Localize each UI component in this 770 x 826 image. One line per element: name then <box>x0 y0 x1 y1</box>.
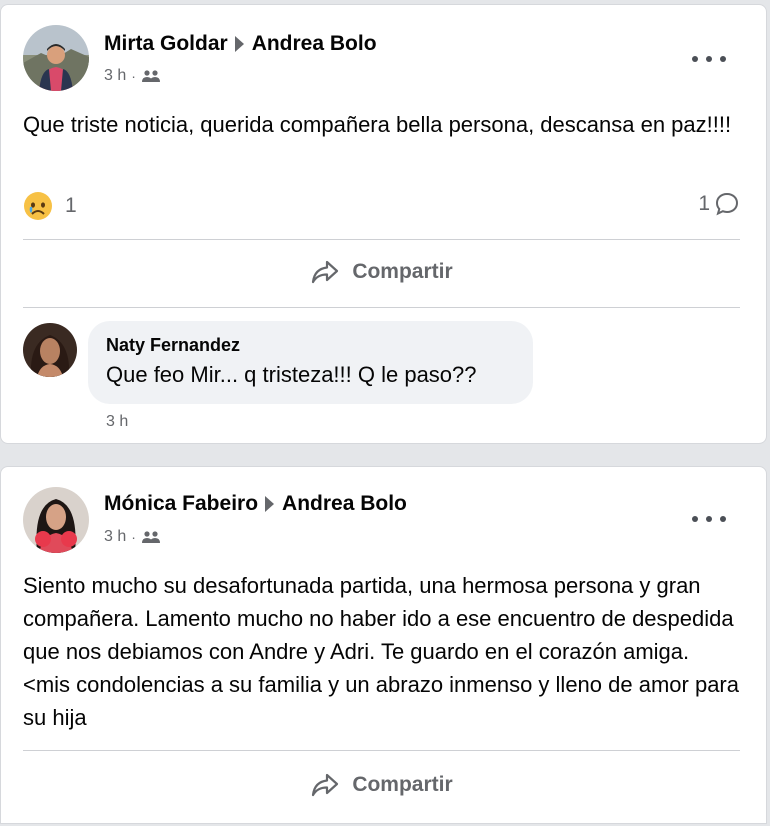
post-meta: 3 h · <box>104 528 161 546</box>
more-options-icon[interactable] <box>692 49 726 69</box>
post-header: Mirta Goldar Andrea Bolo <box>104 32 377 56</box>
post-text: Siento mucho su desafortunada partida, u… <box>23 573 739 730</box>
post-text: Que triste noticia, querida compañera be… <box>23 112 732 137</box>
divider <box>23 750 740 751</box>
more-options-icon[interactable] <box>692 509 726 529</box>
post-header: Mónica Fabeiro Andrea Bolo <box>104 492 407 516</box>
separator-dot: · <box>131 529 136 545</box>
share-button[interactable]: Compartir <box>23 247 740 297</box>
comment-text: Que feo Mir... q tristeza!!! Q le paso?? <box>106 362 477 387</box>
caret-right-icon <box>265 496 275 512</box>
caret-right-icon <box>234 36 244 52</box>
comment-bubble: Naty Fernandez Que feo Mir... q tristeza… <box>88 321 533 404</box>
target-name[interactable]: Andrea Bolo <box>252 32 377 56</box>
separator-dot: · <box>131 68 136 84</box>
comment-count[interactable]: 1 <box>698 191 740 217</box>
comment-avatar[interactable] <box>23 323 77 377</box>
post-card: Mónica Fabeiro Andrea Bolo 3 h · Siento … <box>0 466 767 824</box>
reaction-count: 1 <box>65 194 77 217</box>
comment-time[interactable]: 3 h <box>106 413 128 431</box>
avatar[interactable] <box>23 487 89 553</box>
author-name[interactable]: Mirta Goldar <box>104 32 228 56</box>
comment-count-value: 1 <box>698 192 710 215</box>
share-icon <box>312 773 339 797</box>
share-button[interactable]: Compartir <box>23 760 740 810</box>
share-label: Compartir <box>352 260 453 283</box>
avatar[interactable] <box>23 25 89 91</box>
sad-reaction-icon <box>24 192 52 220</box>
comment-icon <box>715 192 739 216</box>
avatar-photo <box>23 323 77 377</box>
avatar-photo <box>23 25 89 91</box>
post-meta: 3 h · <box>104 67 161 85</box>
post-time[interactable]: 3 h <box>104 528 126 546</box>
friends-icon <box>141 70 160 82</box>
reactions-summary[interactable]: 1 <box>23 191 77 221</box>
post-card: Mirta Goldar Andrea Bolo 3 h · Que trist… <box>0 4 767 444</box>
target-name[interactable]: Andrea Bolo <box>282 492 407 516</box>
divider <box>23 307 740 308</box>
comment-author[interactable]: Naty Fernandez <box>106 335 515 356</box>
author-name[interactable]: Mónica Fabeiro <box>104 492 258 516</box>
feed: Mirta Goldar Andrea Bolo 3 h · Que trist… <box>0 0 770 826</box>
share-label: Compartir <box>352 773 453 796</box>
share-icon <box>312 260 339 284</box>
post-time[interactable]: 3 h <box>104 67 126 85</box>
friends-icon <box>141 531 160 543</box>
avatar-photo <box>23 487 89 553</box>
divider <box>23 239 740 240</box>
